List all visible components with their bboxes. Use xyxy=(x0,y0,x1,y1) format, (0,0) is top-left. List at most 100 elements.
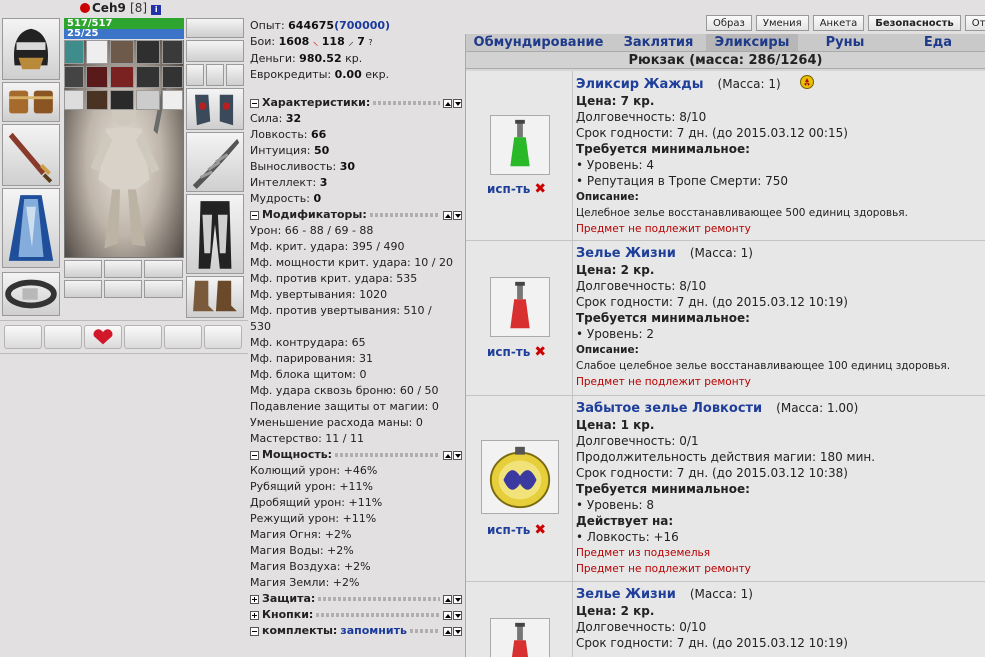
earring-slot[interactable] xyxy=(186,18,244,38)
collapse-icon[interactable] xyxy=(250,626,259,636)
spell-slot-2[interactable] xyxy=(104,260,142,278)
delete-icon[interactable]: ✖ xyxy=(534,181,546,197)
arrow-up-icon[interactable] xyxy=(443,626,452,636)
rune-slot-2[interactable] xyxy=(86,40,108,64)
spell-slot-3[interactable] xyxy=(144,260,183,278)
modifiers-header[interactable]: Модификаторы: xyxy=(250,207,462,223)
scroll-slot-6[interactable] xyxy=(204,325,242,349)
pants-slot[interactable] xyxy=(186,194,244,274)
item-thumbnail[interactable] xyxy=(481,440,559,514)
gem-slot-3[interactable] xyxy=(136,66,160,88)
tab-equipment[interactable]: Обмундирование xyxy=(466,34,611,51)
charm-slot-3[interactable] xyxy=(110,90,134,110)
ring-slot-2[interactable] xyxy=(136,40,160,64)
buttons-header[interactable]: Кнопки: xyxy=(250,607,462,623)
arrow-down-icon[interactable] xyxy=(453,210,462,220)
ring-small-3[interactable] xyxy=(226,64,244,86)
tab-runes[interactable]: Руны xyxy=(798,34,892,51)
power-header[interactable]: Мощность: xyxy=(250,447,462,463)
collapse-icon[interactable] xyxy=(250,98,259,108)
item-thumbnail[interactable] xyxy=(490,618,550,657)
use-item-link[interactable]: исп-ть ✖ xyxy=(487,181,546,197)
item-name[interactable]: Эликсир Жажды xyxy=(576,77,704,92)
boots-slot[interactable] xyxy=(186,276,244,318)
gem-slot-1[interactable] xyxy=(86,66,108,88)
item-description: Зелье Жизни (Масса: 1) Цена: 2 кр. Долгов… xyxy=(576,246,951,388)
gem-slot-2[interactable] xyxy=(110,66,134,88)
expand-icon[interactable] xyxy=(250,594,259,604)
tab-spells[interactable]: Заклятия xyxy=(611,34,706,51)
delete-icon[interactable]: ✖ xyxy=(534,522,546,538)
item-icon-cell: исп-ть ✖ xyxy=(466,241,573,395)
arrow-down-icon[interactable] xyxy=(453,450,462,460)
arrow-down-icon[interactable] xyxy=(453,594,462,604)
collapse-icon[interactable] xyxy=(250,450,259,460)
arrow-up-icon[interactable] xyxy=(443,450,452,460)
character-name: Ceh9 xyxy=(92,1,126,15)
spell-slot-4[interactable] xyxy=(64,280,102,298)
ring-slot-1[interactable] xyxy=(110,40,134,64)
remember-set-link[interactable]: запомнить xyxy=(340,623,407,639)
bracers-slot[interactable] xyxy=(2,82,60,122)
arrow-down-icon[interactable] xyxy=(453,98,462,108)
experience-row: Опыт: 644675(700000) xyxy=(250,19,391,32)
skills-button[interactable]: Умения xyxy=(755,15,809,31)
characteristics-header[interactable]: Характеристики: xyxy=(250,95,462,111)
gloves-slot[interactable] xyxy=(186,88,244,130)
ring-slot-3[interactable] xyxy=(162,40,183,64)
heart-icon xyxy=(93,329,113,345)
arrow-down-icon[interactable] xyxy=(453,610,462,620)
scroll-slot-4[interactable] xyxy=(124,325,162,349)
scroll-slot-5[interactable] xyxy=(164,325,202,349)
arrow-up-icon[interactable] xyxy=(443,210,452,220)
spell-slot-1[interactable] xyxy=(64,260,102,278)
amulet-slot[interactable] xyxy=(64,66,84,88)
arrow-up-icon[interactable] xyxy=(443,594,452,604)
red-potion-icon xyxy=(510,281,530,329)
charm-slot-2[interactable] xyxy=(86,90,108,110)
arrow-up-icon[interactable] xyxy=(443,98,452,108)
report-button[interactable]: Отчет xyxy=(964,15,985,31)
appearance-button[interactable]: Образ xyxy=(706,15,752,31)
item-thumbnail[interactable] xyxy=(490,277,550,337)
use-item-link[interactable]: исп-ть ✖ xyxy=(487,522,546,538)
necklace-slot[interactable] xyxy=(186,40,244,62)
collapse-icon[interactable] xyxy=(250,210,259,220)
ring-small-2[interactable] xyxy=(206,64,224,86)
defense-header[interactable]: Защита: xyxy=(250,591,462,607)
charm-slot-5[interactable] xyxy=(162,90,183,110)
tab-elixirs[interactable]: Эликсиры xyxy=(706,34,798,51)
scroll-slot-2[interactable] xyxy=(44,325,82,349)
delete-icon[interactable]: ✖ xyxy=(534,344,546,360)
helmet-slot[interactable] xyxy=(2,18,60,80)
item-name[interactable]: Зелье Жизни xyxy=(576,246,676,261)
belt-slot[interactable] xyxy=(2,272,60,316)
scroll-slot-1[interactable] xyxy=(4,325,42,349)
charm-slot-4[interactable] xyxy=(136,90,160,110)
shield-slot[interactable] xyxy=(186,132,244,192)
armor-slot[interactable] xyxy=(2,188,60,268)
ring-small-1[interactable] xyxy=(186,64,204,86)
scroll-slot-3[interactable] xyxy=(84,325,122,349)
arrow-down-icon[interactable] xyxy=(453,626,462,636)
security-button[interactable]: Безопасность xyxy=(868,15,961,31)
weapon-slot[interactable] xyxy=(2,124,60,186)
expand-icon[interactable] xyxy=(250,610,259,620)
item-icon-cell xyxy=(466,582,573,657)
item-name[interactable]: Забытое зелье Ловкости xyxy=(576,401,762,416)
arrow-up-icon[interactable] xyxy=(443,610,452,620)
gem-slot-4[interactable] xyxy=(162,66,183,88)
tab-food[interactable]: Еда xyxy=(892,34,984,51)
charm-slot-1[interactable] xyxy=(64,90,84,110)
spell-slot-6[interactable] xyxy=(144,280,183,298)
modifier-row: Мф. контрудара: 65 xyxy=(250,336,366,349)
use-item-link[interactable]: исп-ть ✖ xyxy=(487,344,546,360)
spell-slot-5[interactable] xyxy=(104,280,142,298)
item-thumbnail[interactable] xyxy=(490,115,550,175)
profile-button[interactable]: Анкета xyxy=(812,15,865,31)
power-row: Дробящий урон: +11% xyxy=(250,496,383,509)
rune-slot-1[interactable] xyxy=(64,40,84,64)
info-icon[interactable]: i xyxy=(151,5,162,15)
sets-header[interactable]: комплекты: запомнить xyxy=(250,623,462,639)
item-name[interactable]: Зелье Жизни xyxy=(576,587,676,602)
